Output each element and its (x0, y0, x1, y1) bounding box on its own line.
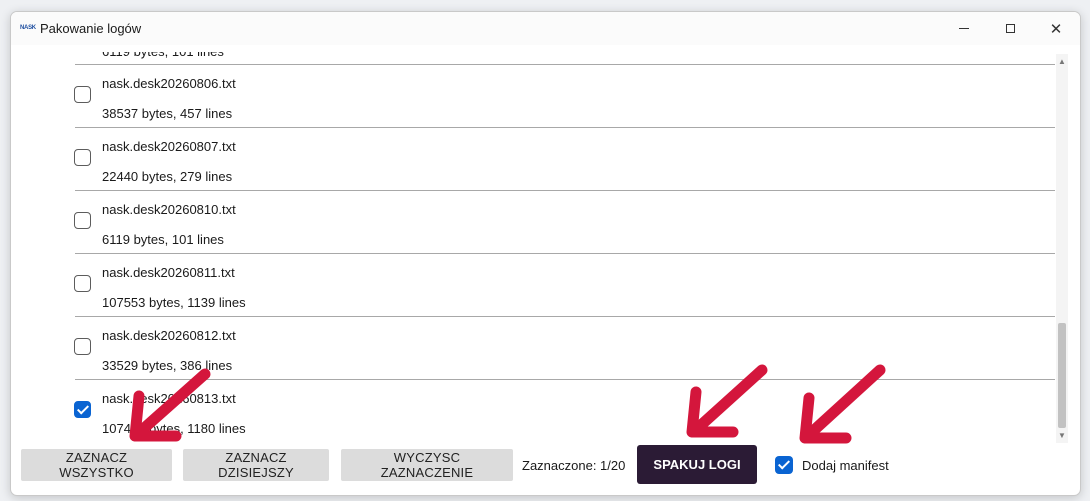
file-name: nask.desk20260806.txt (102, 76, 236, 91)
close-icon: ✕ (1049, 20, 1063, 38)
maximize-button[interactable] (987, 12, 1033, 45)
file-name: nask.desk20260813.txt (102, 391, 236, 406)
file-meta: 107448 bytes, 1180 lines (102, 421, 246, 436)
file-meta: 38537 bytes, 457 lines (102, 106, 233, 121)
select-all-button[interactable]: ZAZNACZ WSZYSTKO (21, 449, 172, 481)
clear-selection-button[interactable]: WYCZYSC ZAZNACZENIE (341, 449, 513, 481)
close-button[interactable]: ✕ (1033, 12, 1079, 45)
file-checkbox-checked[interactable] (74, 401, 91, 418)
file-checkbox[interactable] (74, 149, 91, 166)
file-name: nask.desk20260811.txt (102, 265, 235, 280)
file-checkbox[interactable] (74, 86, 91, 103)
minimize-button[interactable] (941, 12, 987, 45)
list-item[interactable]: nask.desk20260810.txt 6119 bytes, 101 li… (74, 190, 1055, 253)
scroll-up-icon[interactable]: ▲ (1056, 56, 1068, 68)
file-meta: 107553 bytes, 1139 lines (102, 295, 246, 310)
app-window: NASK Pakowanie logów ✕ 6119 bytes, 101 l… (10, 11, 1081, 496)
app-logo-icon: NASK (20, 25, 36, 31)
file-name: nask.desk20260810.txt (102, 202, 236, 217)
list-scrollbar[interactable]: ▲ ▼ (1056, 54, 1068, 443)
window-title: Pakowanie logów (40, 21, 142, 36)
list-item[interactable]: nask.desk20260812.txt 33529 bytes, 386 l… (74, 316, 1055, 379)
list-item[interactable]: nask.desk20260811.txt 107553 bytes, 1139… (74, 253, 1055, 316)
list-item[interactable]: nask.desk20260813.txt 107448 bytes, 1180… (74, 379, 1055, 442)
file-name: nask.desk20260807.txt (102, 139, 236, 154)
add-manifest-label[interactable]: Dodaj manifest (802, 458, 889, 473)
minimize-icon (959, 28, 969, 29)
file-meta: 6119 bytes, 101 lines (102, 232, 224, 247)
scroll-down-icon[interactable]: ▼ (1056, 430, 1068, 442)
file-checkbox[interactable] (74, 212, 91, 229)
list-item[interactable]: nask.desk20260806.txt 38537 bytes, 457 l… (74, 64, 1055, 127)
select-today-button[interactable]: ZAZNACZ DZISIEJSZY (183, 449, 329, 481)
file-meta: 22440 bytes, 279 lines (102, 169, 233, 184)
maximize-icon (1005, 24, 1015, 33)
file-meta: 33529 bytes, 386 lines (102, 358, 233, 373)
file-checkbox[interactable] (74, 338, 91, 355)
file-checkbox[interactable] (74, 275, 91, 292)
log-file-list[interactable]: 6119 bytes, 101 lines nask.desk20260806.… (11, 45, 1056, 443)
file-name: nask.desk20260812.txt (102, 328, 236, 343)
scroll-thumb[interactable] (1058, 323, 1066, 428)
pack-logs-button[interactable]: SPAKUJ LOGI (637, 445, 757, 484)
list-item[interactable]: nask.desk20260807.txt 22440 bytes, 279 l… (74, 127, 1055, 190)
list-item-meta-partial: 6119 bytes, 101 lines (102, 45, 224, 59)
selection-status: Zaznaczone: 1/20 (522, 458, 626, 473)
add-manifest-checkbox[interactable] (775, 456, 793, 474)
bottom-toolbar: ZAZNACZ WSZYSTKO ZAZNACZ DZISIEJSZY WYCZ… (11, 445, 1080, 495)
title-bar[interactable]: NASK Pakowanie logów ✕ (11, 12, 1080, 45)
